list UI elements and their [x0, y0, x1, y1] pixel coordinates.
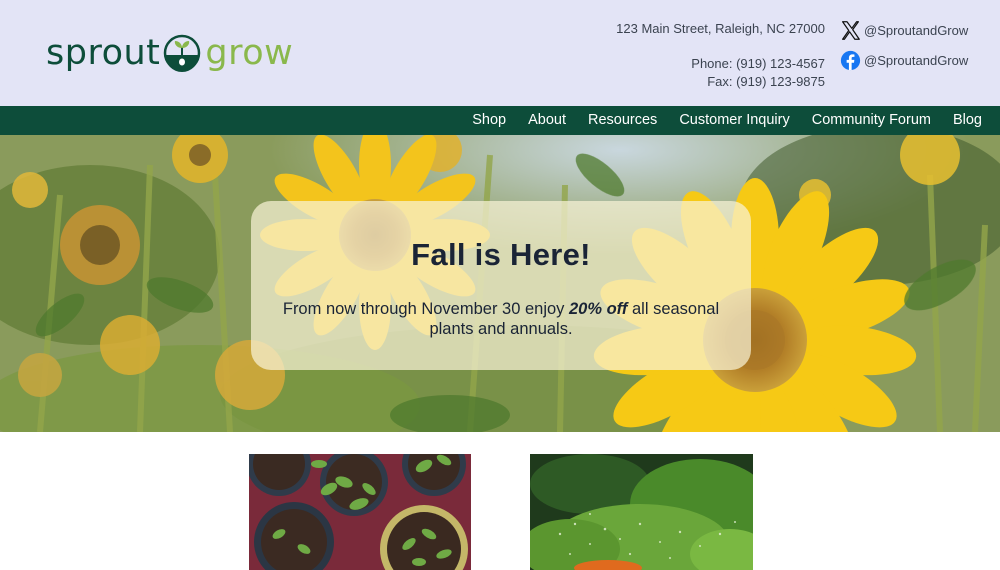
seedlings-pots-image[interactable]: [249, 454, 471, 570]
social-links: @SproutandGrow @SproutandGrow: [840, 18, 968, 78]
promo-card: Fall is Here! From now through November …: [251, 201, 751, 370]
x-logo-icon: [842, 20, 860, 40]
nav-item-resources[interactable]: Resources: [588, 106, 657, 135]
promo-discount: 20% off: [569, 300, 628, 318]
address-text: 123 Main Street, Raleigh, NC 27000: [616, 21, 825, 36]
nav-item-community-forum[interactable]: Community Forum: [812, 106, 931, 135]
hero-banner: Fall is Here! From now through November …: [0, 135, 1000, 432]
nav-item-shop[interactable]: Shop: [472, 106, 506, 135]
x-social-link[interactable]: @SproutandGrow: [840, 18, 968, 42]
site-header: sprout grow 123 Main Street, Raleigh, NC…: [0, 0, 1000, 106]
x-handle: @SproutandGrow: [864, 22, 969, 38]
fax-text: Fax: (919) 123-9875: [707, 74, 825, 89]
main-nav: Shop About Resources Customer Inquiry Co…: [0, 106, 1000, 135]
watering-plants-photo: [530, 454, 753, 570]
facebook-handle: @SproutandGrow: [864, 52, 969, 68]
promo-title: Fall is Here!: [411, 237, 591, 272]
site-logo[interactable]: sprout grow: [46, 32, 293, 74]
watering-plants-image[interactable]: [530, 454, 753, 570]
phone-text: Phone: (919) 123-4567: [691, 56, 825, 71]
seedling-logo-icon: [164, 34, 201, 72]
facebook-social-link[interactable]: @SproutandGrow: [840, 48, 968, 72]
nav-item-blog[interactable]: Blog: [953, 106, 982, 135]
logo-text-sprout: sprout: [46, 33, 161, 73]
contact-info: 123 Main Street, Raleigh, NC 27000 Phone…: [616, 20, 825, 91]
nav-item-about[interactable]: About: [528, 106, 566, 135]
promo-text-start: From now through November 30 enjoy: [282, 300, 569, 318]
logo-text-grow: grow: [205, 33, 294, 73]
seedlings-pots-photo: [249, 454, 471, 570]
nav-item-customer-inquiry[interactable]: Customer Inquiry: [679, 106, 789, 135]
promo-text: From now through November 30 enjoy 20% o…: [281, 299, 721, 339]
facebook-logo-icon: [840, 50, 861, 70]
